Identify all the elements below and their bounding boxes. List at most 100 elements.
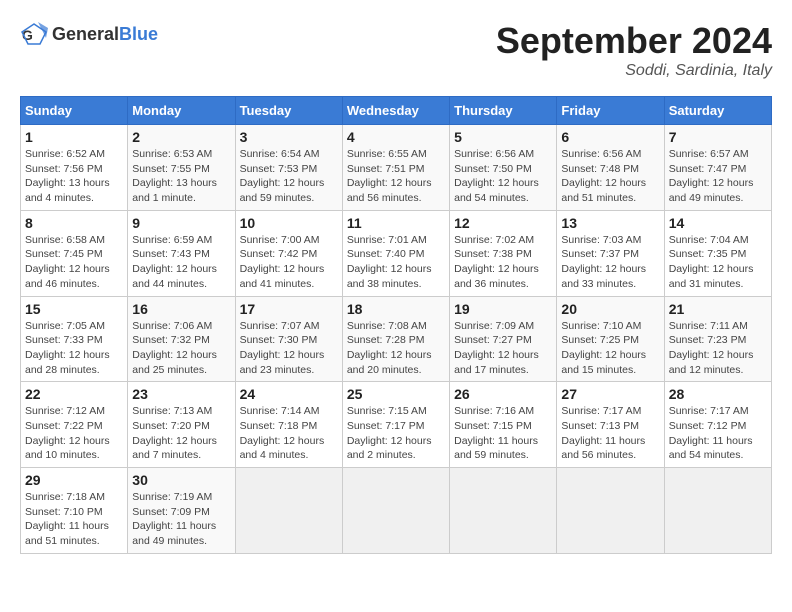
- calendar-cell: 14 Sunrise: 7:04 AMSunset: 7:35 PMDayligh…: [664, 210, 771, 296]
- day-number: 25: [347, 386, 445, 402]
- day-number: 5: [454, 129, 552, 145]
- calendar-cell: 6 Sunrise: 6:56 AMSunset: 7:48 PMDaylight…: [557, 125, 664, 211]
- calendar-cell: 12 Sunrise: 7:02 AMSunset: 7:38 PMDayligh…: [450, 210, 557, 296]
- day-detail: Sunrise: 7:09 AMSunset: 7:27 PMDaylight:…: [454, 319, 552, 378]
- calendar-week-1: 1 Sunrise: 6:52 AMSunset: 7:56 PMDaylight…: [21, 125, 772, 211]
- day-number: 27: [561, 386, 659, 402]
- day-number: 14: [669, 215, 767, 231]
- day-number: 1: [25, 129, 123, 145]
- calendar-cell: 16 Sunrise: 7:06 AMSunset: 7:32 PMDayligh…: [128, 296, 235, 382]
- calendar-cell: 30 Sunrise: 7:19 AMSunset: 7:09 PMDayligh…: [128, 468, 235, 554]
- day-detail: Sunrise: 6:53 AMSunset: 7:55 PMDaylight:…: [132, 147, 230, 206]
- calendar-cell: 24 Sunrise: 7:14 AMSunset: 7:18 PMDayligh…: [235, 382, 342, 468]
- month-title: September 2024: [496, 20, 772, 62]
- day-number: 11: [347, 215, 445, 231]
- day-number: 22: [25, 386, 123, 402]
- calendar-cell: 22 Sunrise: 7:12 AMSunset: 7:22 PMDayligh…: [21, 382, 128, 468]
- logo-general-text: General: [52, 24, 119, 44]
- day-number: 4: [347, 129, 445, 145]
- day-number: 21: [669, 301, 767, 317]
- calendar-cell: 8 Sunrise: 6:58 AMSunset: 7:45 PMDaylight…: [21, 210, 128, 296]
- logo-icon: G: [20, 20, 48, 48]
- calendar-cell: 5 Sunrise: 6:56 AMSunset: 7:50 PMDaylight…: [450, 125, 557, 211]
- day-number: 20: [561, 301, 659, 317]
- day-detail: Sunrise: 7:00 AMSunset: 7:42 PMDaylight:…: [240, 233, 338, 292]
- calendar-cell: 1 Sunrise: 6:52 AMSunset: 7:56 PMDaylight…: [21, 125, 128, 211]
- calendar-week-2: 8 Sunrise: 6:58 AMSunset: 7:45 PMDaylight…: [21, 210, 772, 296]
- calendar-week-5: 29Sunrise: 7:18 AMSunset: 7:10 PMDayligh…: [21, 468, 772, 554]
- day-detail: Sunrise: 7:02 AMSunset: 7:38 PMDaylight:…: [454, 233, 552, 292]
- calendar-cell: 18 Sunrise: 7:08 AMSunset: 7:28 PMDayligh…: [342, 296, 449, 382]
- day-detail: Sunrise: 6:55 AMSunset: 7:51 PMDaylight:…: [347, 147, 445, 206]
- calendar-cell: 2 Sunrise: 6:53 AMSunset: 7:55 PMDaylight…: [128, 125, 235, 211]
- day-detail: Sunrise: 7:10 AMSunset: 7:25 PMDaylight:…: [561, 319, 659, 378]
- weekday-header-tuesday: Tuesday: [235, 97, 342, 125]
- day-detail: Sunrise: 7:15 AMSunset: 7:17 PMDaylight:…: [347, 404, 445, 463]
- day-detail: Sunrise: 7:17 AMSunset: 7:13 PMDaylight:…: [561, 404, 659, 463]
- calendar-cell: [664, 468, 771, 554]
- day-number: 8: [25, 215, 123, 231]
- day-detail: Sunrise: 6:59 AMSunset: 7:43 PMDaylight:…: [132, 233, 230, 292]
- calendar-cell: 11Sunrise: 7:01 AMSunset: 7:40 PMDayligh…: [342, 210, 449, 296]
- day-detail: Sunrise: 7:18 AMSunset: 7:10 PMDaylight:…: [25, 490, 123, 549]
- calendar-week-3: 15 Sunrise: 7:05 AMSunset: 7:33 PMDayligh…: [21, 296, 772, 382]
- day-detail: Sunrise: 7:12 AMSunset: 7:22 PMDaylight:…: [25, 404, 123, 463]
- calendar-cell: 4 Sunrise: 6:55 AMSunset: 7:51 PMDaylight…: [342, 125, 449, 211]
- calendar-body: 1 Sunrise: 6:52 AMSunset: 7:56 PMDaylight…: [21, 125, 772, 554]
- weekday-header-monday: Monday: [128, 97, 235, 125]
- day-number: 30: [132, 472, 230, 488]
- day-number: 17: [240, 301, 338, 317]
- calendar-cell: [450, 468, 557, 554]
- day-detail: Sunrise: 7:06 AMSunset: 7:32 PMDaylight:…: [132, 319, 230, 378]
- weekday-header-saturday: Saturday: [664, 97, 771, 125]
- day-detail: Sunrise: 6:56 AMSunset: 7:48 PMDaylight:…: [561, 147, 659, 206]
- day-number: 23: [132, 386, 230, 402]
- day-detail: Sunrise: 6:54 AMSunset: 7:53 PMDaylight:…: [240, 147, 338, 206]
- weekday-header-thursday: Thursday: [450, 97, 557, 125]
- calendar-table: SundayMondayTuesdayWednesdayThursdayFrid…: [20, 96, 772, 554]
- day-number: 13: [561, 215, 659, 231]
- day-number: 6: [561, 129, 659, 145]
- calendar-cell: 13 Sunrise: 7:03 AMSunset: 7:37 PMDayligh…: [557, 210, 664, 296]
- day-number: 15: [25, 301, 123, 317]
- title-area: September 2024 Soddi, Sardinia, Italy: [496, 20, 772, 80]
- day-detail: Sunrise: 7:14 AMSunset: 7:18 PMDaylight:…: [240, 404, 338, 463]
- calendar-cell: 3 Sunrise: 6:54 AMSunset: 7:53 PMDaylight…: [235, 125, 342, 211]
- day-detail: Sunrise: 6:56 AMSunset: 7:50 PMDaylight:…: [454, 147, 552, 206]
- weekday-header-sunday: Sunday: [21, 97, 128, 125]
- day-detail: Sunrise: 6:57 AMSunset: 7:47 PMDaylight:…: [669, 147, 767, 206]
- day-number: 19: [454, 301, 552, 317]
- day-number: 3: [240, 129, 338, 145]
- location-title: Soddi, Sardinia, Italy: [496, 62, 772, 80]
- day-detail: Sunrise: 7:11 AMSunset: 7:23 PMDaylight:…: [669, 319, 767, 378]
- day-number: 16: [132, 301, 230, 317]
- weekday-header-row: SundayMondayTuesdayWednesdayThursdayFrid…: [21, 97, 772, 125]
- day-number: 12: [454, 215, 552, 231]
- calendar-cell: 23 Sunrise: 7:13 AMSunset: 7:20 PMDayligh…: [128, 382, 235, 468]
- calendar-cell: 10 Sunrise: 7:00 AMSunset: 7:42 PMDayligh…: [235, 210, 342, 296]
- day-detail: Sunrise: 6:58 AMSunset: 7:45 PMDaylight:…: [25, 233, 123, 292]
- day-number: 28: [669, 386, 767, 402]
- day-detail: Sunrise: 7:08 AMSunset: 7:28 PMDaylight:…: [347, 319, 445, 378]
- day-detail: Sunrise: 7:05 AMSunset: 7:33 PMDaylight:…: [25, 319, 123, 378]
- logo: G GeneralBlue: [20, 20, 158, 48]
- day-detail: Sunrise: 7:13 AMSunset: 7:20 PMDaylight:…: [132, 404, 230, 463]
- day-number: 10: [240, 215, 338, 231]
- day-number: 7: [669, 129, 767, 145]
- day-detail: Sunrise: 6:52 AMSunset: 7:56 PMDaylight:…: [25, 147, 123, 206]
- day-number: 24: [240, 386, 338, 402]
- day-number: 9: [132, 215, 230, 231]
- calendar-cell: [557, 468, 664, 554]
- day-number: 2: [132, 129, 230, 145]
- weekday-header-friday: Friday: [557, 97, 664, 125]
- day-detail: Sunrise: 7:04 AMSunset: 7:35 PMDaylight:…: [669, 233, 767, 292]
- day-detail: Sunrise: 7:17 AMSunset: 7:12 PMDaylight:…: [669, 404, 767, 463]
- day-number: 26: [454, 386, 552, 402]
- calendar-cell: [342, 468, 449, 554]
- day-detail: Sunrise: 7:03 AMSunset: 7:37 PMDaylight:…: [561, 233, 659, 292]
- calendar-cell: [235, 468, 342, 554]
- calendar-cell: 26Sunrise: 7:16 AMSunset: 7:15 PMDayligh…: [450, 382, 557, 468]
- calendar-cell: 7 Sunrise: 6:57 AMSunset: 7:47 PMDaylight…: [664, 125, 771, 211]
- day-detail: Sunrise: 7:19 AMSunset: 7:09 PMDaylight:…: [132, 490, 230, 549]
- day-number: 18: [347, 301, 445, 317]
